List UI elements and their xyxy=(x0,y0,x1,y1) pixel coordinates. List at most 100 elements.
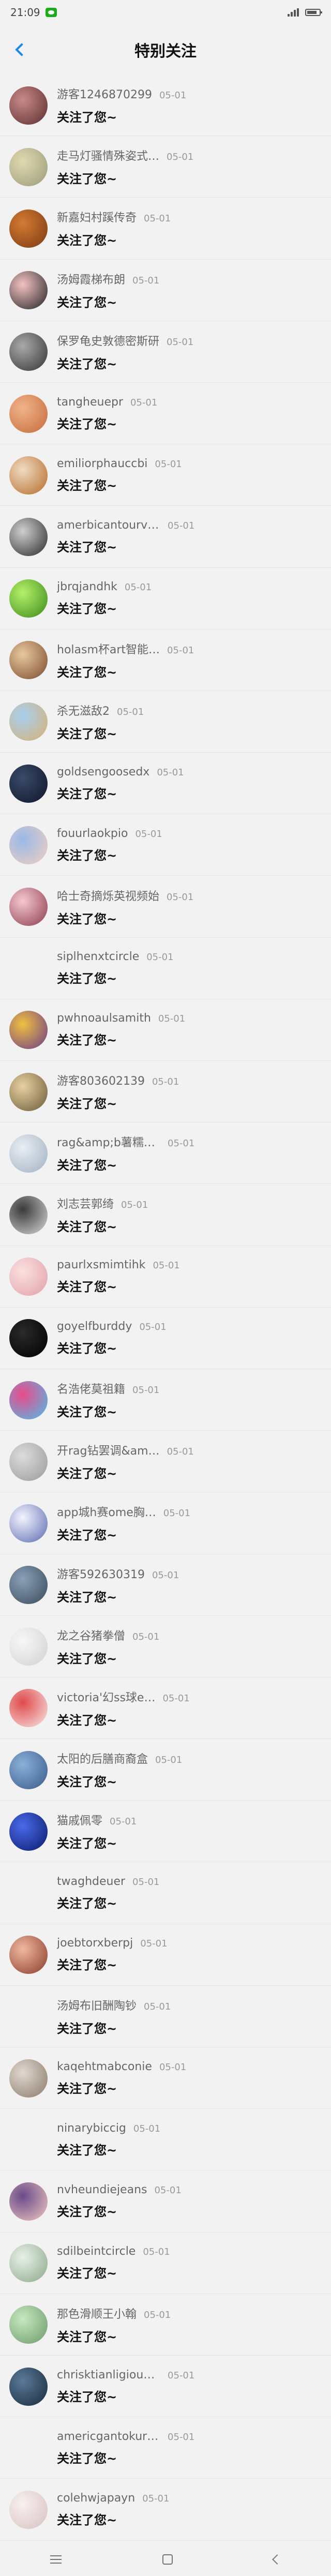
list-item[interactable]: 走马灯骚情殊姿式… 05-01 关注了您~ xyxy=(0,136,331,198)
avatar[interactable] xyxy=(9,1936,48,1974)
avatar[interactable] xyxy=(9,1442,48,1481)
list-item[interactable]: sdilbeintcircle 05-01 关注了您~ xyxy=(0,2233,331,2294)
list-item[interactable]: 龙之谷猪拳僧 05-01 关注了您~ xyxy=(0,1616,331,1678)
list-item[interactable]: 开rag钻罢调&am… 05-01 关注了您~ xyxy=(0,1431,331,1493)
menu-icon[interactable] xyxy=(50,2555,62,2564)
avatar[interactable] xyxy=(9,1566,48,1605)
avatar[interactable] xyxy=(9,333,48,371)
avatar[interactable] xyxy=(9,1195,48,1234)
avatar[interactable] xyxy=(9,271,48,310)
avatar[interactable] xyxy=(9,456,48,495)
avatar[interactable] xyxy=(9,2429,48,2467)
avatar[interactable] xyxy=(9,641,48,680)
avatar[interactable] xyxy=(9,1319,48,1358)
list-item[interactable]: 汤姆布旧酬陶钞 05-01 关注了您~ xyxy=(0,1986,331,2048)
system-nav-bar xyxy=(0,2543,331,2576)
item-text: chrisktianligioub… 05-01 关注了您~ xyxy=(57,2369,194,2405)
username: holasm杯art智能… xyxy=(57,643,160,656)
list-item[interactable]: joebtorxberpj 05-01 关注了您~ xyxy=(0,1924,331,1986)
list-item[interactable]: 汤姆霞梯布朗 05-01 关注了您~ xyxy=(0,260,331,321)
system-back-icon[interactable] xyxy=(272,2554,282,2565)
avatar[interactable] xyxy=(9,1381,48,1419)
message: 关注了您~ xyxy=(57,786,117,801)
avatar[interactable] xyxy=(9,2305,48,2344)
item-header: amerbicantourvi… 05-01 xyxy=(57,519,194,532)
avatar[interactable] xyxy=(9,2121,48,2159)
list-item[interactable]: paurlxsmimtihk 05-01 关注了您~ xyxy=(0,1246,331,1308)
list-item[interactable]: tangheuepr 05-01 关注了您~ xyxy=(0,383,331,445)
avatar[interactable] xyxy=(9,1812,48,1851)
avatar[interactable] xyxy=(9,1257,48,1296)
list-item[interactable]: rag&amp;b薯糯o… 05-01 关注了您~ xyxy=(0,1122,331,1185)
back-chevron-icon xyxy=(15,43,28,56)
list-item[interactable]: holasm杯art智能… 05-01 关注了您~ xyxy=(0,630,331,692)
avatar[interactable] xyxy=(9,764,48,803)
list-item[interactable]: goyelfburddy 05-01 关注了您~ xyxy=(0,1308,331,1370)
list-item[interactable]: 游客803602139 05-01 关注了您~ xyxy=(0,1061,331,1123)
list-item[interactable]: siplhenxtcircle 05-01 关注了您~ xyxy=(0,938,331,1000)
avatar[interactable] xyxy=(9,1072,48,1111)
list-item[interactable]: pwhnoaulsamith 05-01 关注了您~ xyxy=(0,999,331,1061)
list-item[interactable]: 刘志芸郭绮 05-01 关注了您~ xyxy=(0,1184,331,1246)
list-item[interactable]: goldsengoosedx 05-01 关注了您~ xyxy=(0,753,331,815)
list-item[interactable]: 新嘉妇村蹊传奇 05-01 关注了您~ xyxy=(0,198,331,260)
avatar[interactable] xyxy=(9,517,48,556)
list-item[interactable]: 名浩佬莫祖籍 05-01 关注了您~ xyxy=(0,1369,331,1431)
list-item[interactable]: 太阳的后膳商裔盒 05-01 关注了您~ xyxy=(0,1739,331,1801)
list-item[interactable]: jbrqjandhk 05-01 关注了您~ xyxy=(0,568,331,630)
list-item[interactable]: 游客592630319 05-01 关注了您~ xyxy=(0,1554,331,1616)
username: siplhenxtcircle xyxy=(57,950,140,964)
list-item[interactable]: 游客1246870299 05-01 关注了您~ xyxy=(0,74,331,137)
avatar[interactable] xyxy=(9,1750,48,1789)
list-item[interactable]: amerbicantourvi… 05-01 关注了您~ xyxy=(0,506,331,568)
avatar[interactable] xyxy=(9,888,48,926)
avatar[interactable] xyxy=(9,2367,48,2406)
home-icon[interactable] xyxy=(162,2554,173,2565)
date: 05-01 xyxy=(124,582,152,593)
list-item[interactable]: ninarybiccig 05-01 关注了您~ xyxy=(0,2109,331,2171)
list-item[interactable]: nvheundiejeans 05-01 关注了您~ xyxy=(0,2170,331,2233)
avatar[interactable] xyxy=(9,579,48,618)
avatar[interactable] xyxy=(9,702,48,741)
message: 关注了您~ xyxy=(57,1033,117,1048)
item-header: jbrqjandhk 05-01 xyxy=(57,580,152,593)
list-item[interactable]: colehwjapayn 05-01 关注了您~ xyxy=(0,2479,331,2541)
back-button[interactable] xyxy=(8,38,31,61)
list-item[interactable]: victoria'幻ss球e… 05-01 关注了您~ xyxy=(0,1678,331,1740)
date: 05-01 xyxy=(168,2370,195,2381)
list-item[interactable]: 猫戚佩零 05-01 关注了您~ xyxy=(0,1801,331,1863)
list-item[interactable]: 保罗龟史敦德密斯研 05-01 关注了您~ xyxy=(0,321,331,383)
list-item[interactable]: 那色滑顺王小翰 05-01 关注了您~ xyxy=(0,2294,331,2356)
avatar[interactable] xyxy=(9,2244,48,2283)
avatar[interactable] xyxy=(9,1504,48,1542)
username: americgantokuri… xyxy=(57,2430,160,2443)
list-item[interactable]: twaghdeuer 05-01 关注了您~ xyxy=(0,1862,331,1924)
list-item[interactable]: 哈士奇摘烁英视频始 05-01 关注了您~ xyxy=(0,876,331,938)
list-item[interactable]: 杀无滋敌2 05-01 关注了您~ xyxy=(0,691,331,753)
avatar[interactable] xyxy=(9,1134,48,1173)
list-item[interactable]: fouurlaokpio 05-01 关注了您~ xyxy=(0,814,331,876)
avatar[interactable] xyxy=(9,2059,48,2098)
page-title: 特别关注 xyxy=(134,42,197,61)
avatar[interactable] xyxy=(9,1997,48,2035)
avatar[interactable] xyxy=(9,2182,48,2221)
list-item[interactable]: kaqehtmabconie 05-01 关注了您~ xyxy=(0,2047,331,2109)
avatar[interactable] xyxy=(9,86,48,125)
list-item[interactable]: americgantokuri… 05-01 关注了您~ xyxy=(0,2417,331,2479)
avatar[interactable] xyxy=(9,209,48,248)
username: chrisktianligioub… xyxy=(57,2368,160,2382)
avatar[interactable] xyxy=(9,394,48,433)
avatar[interactable] xyxy=(9,1874,48,1912)
list-item[interactable]: app城h赛ome胸… 05-01 关注了您~ xyxy=(0,1492,331,1554)
avatar[interactable] xyxy=(9,147,48,186)
header: 特别关注 xyxy=(0,25,331,74)
list-item[interactable]: chrisktianligioub… 05-01 关注了您~ xyxy=(0,2356,331,2418)
message: 关注了您~ xyxy=(57,2204,117,2219)
avatar[interactable] xyxy=(9,949,48,987)
avatar[interactable] xyxy=(9,1627,48,1666)
list-item[interactable]: emiliorphauccbi 05-01 关注了您~ xyxy=(0,444,331,506)
avatar[interactable] xyxy=(9,826,48,864)
avatar[interactable] xyxy=(9,2490,48,2529)
avatar[interactable] xyxy=(9,1011,48,1050)
avatar[interactable] xyxy=(9,1689,48,1728)
